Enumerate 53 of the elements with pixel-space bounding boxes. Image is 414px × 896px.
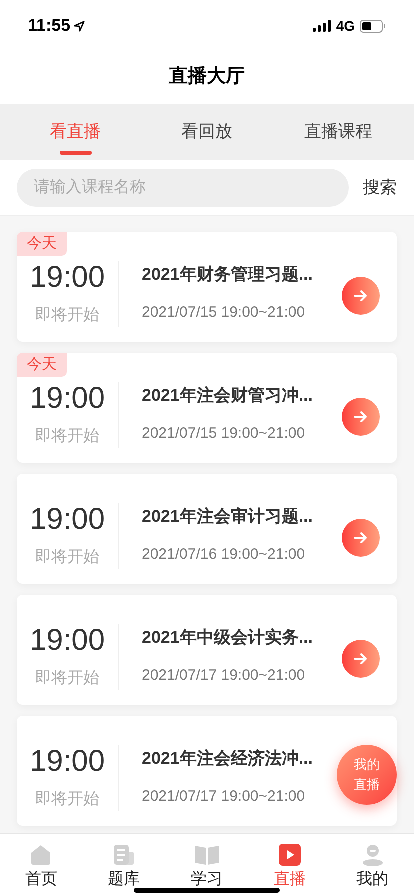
status-label: 即将开始	[36, 427, 100, 447]
course-title: 2021年财务管理习题...	[142, 264, 313, 286]
home-icon	[30, 844, 52, 866]
nav-tab[interactable]: 学习	[166, 834, 248, 896]
person-icon	[362, 844, 384, 866]
status-label: 即将开始	[36, 790, 100, 810]
session-card[interactable]: 今天 19:00 即将开始 2021年财务管理习题... 2021/07/15 19:00~21:00	[17, 232, 397, 342]
schedule-text: 2021/07/17 19:00~21:00	[142, 786, 306, 806]
arrow-icon	[353, 651, 369, 667]
course-title: 2021年中级会计实务...	[142, 627, 313, 649]
start-time: 19:00	[30, 381, 106, 417]
today-badge: 今天	[17, 232, 67, 256]
start-time: 19:00	[30, 744, 106, 780]
network-label: 4G	[336, 16, 355, 36]
start-time: 19:00	[30, 623, 106, 659]
tab[interactable]: 看回放	[141, 104, 273, 160]
nav-tab[interactable]: 直播	[248, 834, 332, 896]
schedule-text: 2021/07/17 19:00~21:00	[142, 666, 306, 686]
start-time: 19:00	[30, 502, 106, 538]
arrow-icon	[353, 530, 369, 546]
session-card[interactable]: 19:00 即将开始 2021年中级会计实务... 2021/07/17 19:00~21:00	[17, 595, 397, 705]
tab[interactable]: 直播课程	[272, 104, 404, 160]
play-icon	[278, 844, 301, 866]
schedule-text: 2021/07/15 19:00~21:00	[142, 302, 306, 322]
search-button[interactable]: 搜索	[363, 174, 397, 200]
page-title: 直播大厅	[169, 64, 245, 89]
location-arrow-icon	[74, 20, 85, 32]
enter-arrow-button[interactable]	[342, 519, 380, 557]
schedule-text: 2021/07/15 19:00~21:00	[142, 424, 306, 444]
course-title: 2021年注会审计习题...	[142, 506, 313, 528]
arrow-icon	[353, 409, 369, 425]
schedule-text: 2021/07/16 19:00~21:00	[142, 544, 306, 564]
clock-time: 11:55	[28, 15, 71, 38]
status-label: 即将开始	[36, 548, 100, 568]
session-card[interactable]: 19:00 即将开始 2021年注会审计习题... 2021/07/16 19:00~21:00	[17, 474, 397, 584]
nav-tab[interactable]: 首页	[0, 834, 83, 896]
search-field[interactable]: 请输入课程名称	[17, 168, 349, 206]
signal-icon	[313, 20, 332, 32]
battery-icon	[360, 20, 386, 32]
enter-arrow-button[interactable]	[342, 398, 380, 436]
status-label: 即将开始	[36, 306, 100, 326]
arrow-icon	[353, 288, 369, 304]
today-badge: 今天	[17, 353, 67, 377]
course-title: 2021年注会财管习冲...	[142, 385, 313, 407]
course-title: 2021年注会经济法冲...	[142, 748, 313, 770]
status-label: 即将开始	[36, 669, 100, 689]
enter-arrow-button[interactable]	[342, 640, 380, 678]
session-card[interactable]: 今天 19:00 即将开始 2021年注会财管习冲... 2021/07/15 19:00~21:00	[17, 353, 397, 463]
book-icon	[194, 844, 220, 866]
document-icon	[113, 844, 136, 866]
nav-tab[interactable]: 我的	[331, 834, 414, 896]
start-time: 19:00	[30, 260, 106, 296]
enter-arrow-button[interactable]	[342, 277, 380, 315]
